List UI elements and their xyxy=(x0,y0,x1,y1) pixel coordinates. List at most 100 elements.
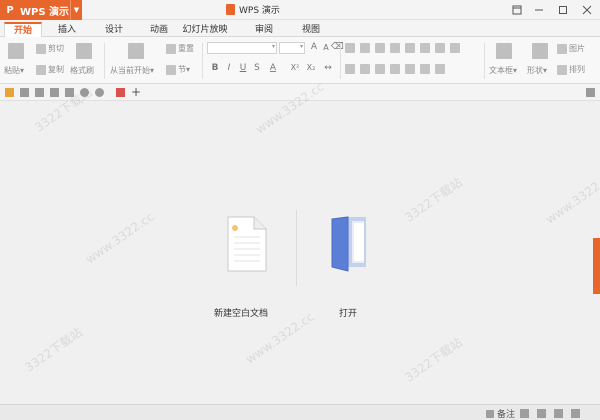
blank-document-icon xyxy=(227,216,267,272)
align-tools xyxy=(345,64,447,74)
reset-icon xyxy=(166,43,176,54)
clear-format-icon[interactable]: ⌫ xyxy=(331,42,344,52)
cut-label: 剪切 xyxy=(48,44,64,53)
wps-app-menu-button[interactable]: P WPS 演示 ▼ xyxy=(0,0,82,20)
reading-view-icon[interactable] xyxy=(554,409,563,418)
tab-view[interactable]: 视图 xyxy=(296,23,326,37)
tab-review[interactable]: 审阅 xyxy=(249,23,279,37)
align-center-icon[interactable] xyxy=(360,64,370,74)
save-as-icon[interactable] xyxy=(35,88,44,97)
maximize-button[interactable] xyxy=(552,0,574,20)
arrange-button[interactable]: 排列 xyxy=(557,64,585,75)
open-label[interactable]: 打开 xyxy=(339,306,357,319)
presentation-icon xyxy=(226,4,235,15)
text-direction-icon[interactable] xyxy=(420,43,430,53)
text-align-icon[interactable] xyxy=(450,43,460,53)
slideshow-start-icon[interactable] xyxy=(128,43,146,59)
align-left-icon[interactable] xyxy=(345,64,355,74)
increase-indent-icon[interactable] xyxy=(390,43,400,53)
cut-button[interactable]: 剪切 xyxy=(36,43,64,54)
new-blank-document-button[interactable] xyxy=(216,215,276,273)
save-icon[interactable] xyxy=(20,88,29,97)
from-current-button[interactable]: 从当前开始 ▾ xyxy=(110,65,154,76)
justify-icon[interactable] xyxy=(390,64,400,74)
window-title-text: WPS 演示 xyxy=(239,6,280,16)
subscript-button[interactable]: X₂ xyxy=(304,63,318,72)
paste-label: 粘贴 xyxy=(4,66,20,75)
open-button[interactable] xyxy=(323,215,373,273)
textbox-icon[interactable] xyxy=(496,43,514,59)
font-size-combo[interactable]: ▾ xyxy=(279,42,305,54)
reset-button[interactable]: 重置 xyxy=(166,43,194,54)
section-button[interactable]: 节 ▾ xyxy=(166,64,190,75)
section-label: 节 xyxy=(178,65,186,74)
notes-icon xyxy=(486,409,494,418)
undo-icon[interactable] xyxy=(80,88,89,97)
slideshow-view-icon[interactable] xyxy=(571,409,580,418)
watermark: 3322下载站 xyxy=(402,335,465,385)
tab-slideshow[interactable]: 幻灯片放映 xyxy=(174,23,236,37)
app-menu-label: WPS 演示 xyxy=(20,6,70,18)
align-right-icon[interactable] xyxy=(375,64,385,74)
side-panel-handle[interactable] xyxy=(593,238,600,294)
bullet-list-icon[interactable] xyxy=(345,43,355,53)
slide-sorter-view-icon[interactable] xyxy=(537,409,546,418)
new-blank-document-label[interactable]: 新建空白文档 xyxy=(214,306,268,319)
format-painter-button[interactable]: 格式刷 xyxy=(70,65,94,76)
picture-button[interactable]: 图片 xyxy=(557,43,585,54)
collapse-ribbon-icon[interactable] xyxy=(586,88,595,97)
shape-button[interactable]: 形状 ▾ xyxy=(527,65,547,76)
print-preview-icon[interactable] xyxy=(65,88,74,97)
watermark: www.3322.cc xyxy=(543,169,600,227)
wps-logo-icon: P xyxy=(6,4,14,16)
status-bar: 备注 xyxy=(0,404,600,420)
from-current-label: 从当前开始 xyxy=(110,66,150,75)
font-name-combo[interactable]: ▾ xyxy=(207,42,277,54)
bold-button[interactable]: B xyxy=(209,63,221,73)
grow-font-button[interactable]: A xyxy=(308,42,320,52)
paste-button[interactable]: 粘贴 ▾ xyxy=(4,65,24,76)
redo-icon[interactable] xyxy=(95,88,104,97)
close-button[interactable] xyxy=(576,0,598,20)
ribbon-tabs: 开始 插入 设计 动画 幻灯片放映 审阅 视图 xyxy=(0,20,600,38)
font-color-button[interactable]: A xyxy=(267,63,279,73)
notes-label: 备注 xyxy=(497,410,516,420)
customize-icon[interactable] xyxy=(116,88,125,97)
columns-icon[interactable] xyxy=(435,43,445,53)
decrease-indent-icon[interactable] xyxy=(375,43,385,53)
copy-button[interactable]: 复制 xyxy=(36,64,64,75)
ribbon-separator xyxy=(484,43,485,79)
tab-insert[interactable]: 插入 xyxy=(52,23,82,37)
restore-layout-icon[interactable] xyxy=(506,0,528,20)
open-folder-icon[interactable] xyxy=(5,88,14,97)
notes-button[interactable]: 备注 xyxy=(486,407,515,420)
tab-design[interactable]: 设计 xyxy=(99,23,129,37)
textbox-button[interactable]: 文本框 ▾ xyxy=(489,65,517,76)
normal-view-icon[interactable] xyxy=(520,409,529,418)
ribbon-separator xyxy=(340,43,341,79)
print-icon[interactable] xyxy=(50,88,59,97)
superscript-button[interactable]: X² xyxy=(288,63,302,72)
paste-icon[interactable] xyxy=(8,43,26,59)
numbered-list-icon[interactable] xyxy=(360,43,370,53)
underline-button[interactable]: U xyxy=(237,63,249,73)
watermark: www.3322.cc xyxy=(83,209,157,267)
char-spacing-icon[interactable]: ↔ xyxy=(322,63,334,73)
italic-button[interactable]: I xyxy=(223,63,235,73)
shape-icon[interactable] xyxy=(532,43,550,59)
ribbon-toolbar: 粘贴 ▾ 剪切 复制 格式刷 从当前开始 ▾ 重置 节 ▾ ▾ ▾ A A ⌫ B I… xyxy=(0,37,600,84)
shape-label: 形状 xyxy=(527,66,543,75)
strikethrough-button[interactable]: S xyxy=(251,63,263,73)
distribute-icon[interactable] xyxy=(405,64,415,74)
tab-home[interactable]: 开始 xyxy=(4,22,42,38)
app-menu-dropdown-icon[interactable]: ▼ xyxy=(70,0,82,20)
tab-animation[interactable]: 动画 xyxy=(144,23,174,37)
window-title: WPS 演示 xyxy=(226,3,280,16)
wrap-icon[interactable] xyxy=(435,64,445,74)
shadow-icon[interactable] xyxy=(420,64,430,74)
minimize-button[interactable] xyxy=(528,0,550,20)
line-spacing-icon[interactable] xyxy=(405,43,415,53)
arrange-label: 排列 xyxy=(569,65,585,74)
add-icon[interactable]: + xyxy=(131,86,141,98)
format-painter-icon[interactable] xyxy=(76,43,94,59)
